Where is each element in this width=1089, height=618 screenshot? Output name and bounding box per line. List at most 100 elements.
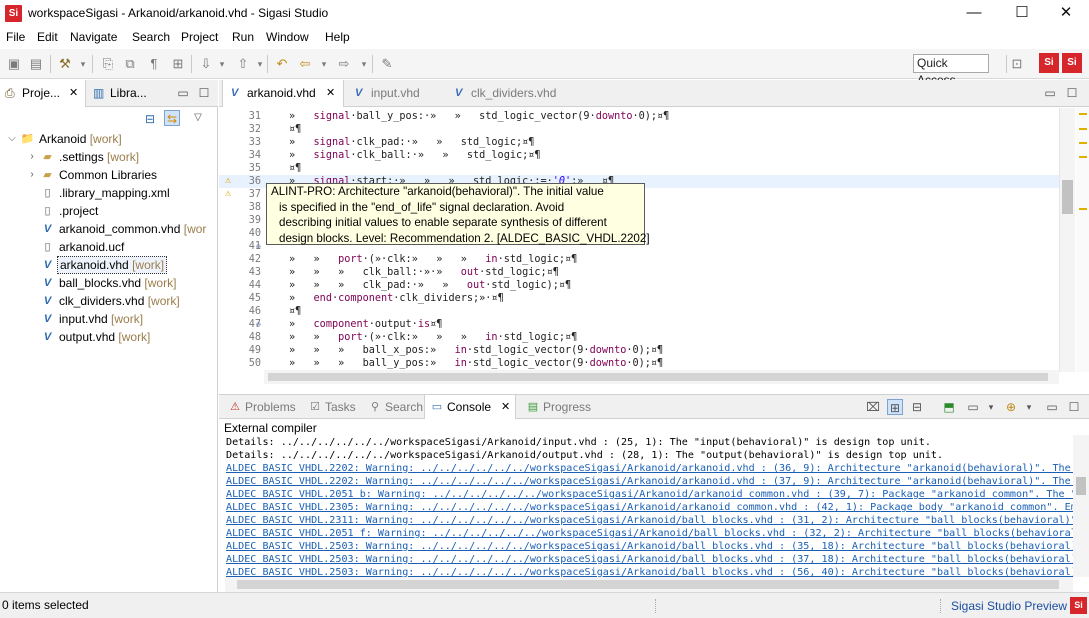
maximize-view-icon[interactable]: ☐ (1066, 399, 1082, 415)
console-link-line[interactable]: ALDEC BASIC VHDL.2503: Warning: ../../..… (226, 540, 1077, 553)
sigasi-perspective-button[interactable]: Si (1039, 53, 1059, 73)
chevron-down-icon[interactable]: ▾ (75, 56, 91, 72)
minimize-view-icon[interactable]: ▭ (1044, 399, 1060, 415)
code-line[interactable]: 32 ¤¶ (219, 123, 1059, 136)
block-select-icon[interactable]: ⊞ (170, 56, 186, 72)
open-console-icon[interactable]: ⊕ (1003, 399, 1019, 415)
back-icon[interactable]: ⇦ (297, 56, 313, 72)
minimize-view-icon[interactable]: ▭ (1042, 85, 1058, 101)
tree-item-arkanoid-vhd[interactable]: V arkanoid.vhd [work] (30, 256, 216, 274)
minimize-button[interactable]: — (951, 0, 997, 27)
console-link-line[interactable]: ALDEC BASIC VHDL.2202: Warning: ../../..… (226, 462, 1083, 475)
warning-icon[interactable]: ⚠ (225, 188, 236, 199)
tree-item-input[interactable]: V input.vhd [work] (30, 310, 216, 328)
console-output[interactable]: External compiler Details: ../../../../.… (219, 419, 1089, 592)
menu-search[interactable]: Search (132, 30, 170, 44)
chevron-right-icon[interactable]: › (26, 148, 38, 166)
code-line[interactable]: 31 » signal·ball_y_pos:·» » std_logic_vec… (219, 110, 1059, 123)
scroll-thumb[interactable] (237, 580, 1059, 589)
maximize-button[interactable]: ☐ (999, 0, 1045, 27)
clear-console-icon[interactable]: ⌧ (865, 399, 881, 415)
close-icon[interactable]: ✕ (326, 80, 335, 107)
collapse-all-icon[interactable]: ⊟ (142, 111, 158, 127)
tab-libraries[interactable]: ▥ Libra... (88, 80, 158, 107)
tree-item-arkanoid-ucf[interactable]: ▯ arkanoid.ucf (30, 238, 216, 256)
chevron-down-icon[interactable]: ▾ (252, 56, 268, 72)
quick-access-input[interactable]: Quick Access (913, 54, 989, 87)
tree-item-common-libraries[interactable]: › ▰ Common Libraries (26, 166, 216, 184)
save-icon[interactable]: ▣ (6, 56, 22, 72)
chevron-down-icon[interactable]: ▾ (983, 399, 999, 415)
next-annotation-icon[interactable]: ⇩ (198, 56, 214, 72)
code-line[interactable]: 48 » » port·(»·clk:» » » in·std_logic;¤¶ (219, 331, 1059, 344)
code-line[interactable]: 42 » » port·(»·clk:» » » in·std_logic;¤¶ (219, 253, 1059, 266)
menu-edit[interactable]: Edit (37, 30, 58, 44)
tab-console[interactable]: ▭ Console ✕ (424, 395, 516, 419)
format-icon[interactable]: ⎘ (100, 56, 116, 72)
scroll-lock-icon[interactable]: ⊞ (887, 399, 903, 415)
menu-navigate[interactable]: Navigate (70, 30, 117, 44)
tab-progress[interactable]: ▤ Progress (521, 395, 593, 419)
link-with-editor-icon[interactable]: ⇆ (164, 110, 180, 126)
console-link-line[interactable]: ALDEC BASIC VHDL.2051 f: Warning: ../../… (226, 527, 1083, 540)
code-line[interactable]: 46 ¤¶ (219, 305, 1059, 318)
code-line[interactable]: 44 » » » clk_pad:·» » out·std_logic);¤¶ (219, 279, 1059, 292)
fold-toggle-icon[interactable]: ⊖ (256, 318, 261, 331)
sigasi-debug-perspective-button[interactable]: Si (1062, 53, 1082, 73)
menu-help[interactable]: Help (325, 30, 350, 44)
console-link-line[interactable]: ALDEC BASIC VHDL.2311: Warning: ../../..… (226, 514, 1083, 527)
tab-clk-dividers-vhd[interactable]: V clk_dividers.vhd (447, 80, 577, 107)
last-edit-icon[interactable]: ↶ (274, 56, 290, 72)
menu-file[interactable]: File (6, 30, 25, 44)
warning-marker[interactable] (1079, 113, 1087, 115)
tree-item-arkanoid-common[interactable]: V arkanoid_common.vhd [wor (30, 220, 216, 238)
forward-icon[interactable]: ⇨ (336, 56, 352, 72)
menu-project[interactable]: Project (181, 30, 218, 44)
code-editor[interactable]: 31 » signal·ball_y_pos:·» » std_logic_vec… (219, 108, 1089, 384)
status-product-label[interactable]: Sigasi Studio Preview (951, 599, 1067, 613)
close-icon[interactable]: ✕ (501, 395, 510, 419)
close-button[interactable]: ✕ (1043, 0, 1089, 27)
code-line[interactable]: 50 » » » ball_y_pos:» in·std_logic_vector… (219, 357, 1059, 370)
warning-marker[interactable] (1079, 208, 1087, 210)
sigasi-status-icon[interactable]: Si (1070, 597, 1087, 614)
tree-item-library-mapping[interactable]: ▯ .library_mapping.xml (30, 184, 216, 202)
editor-horizontal-scrollbar[interactable] (264, 370, 1059, 384)
close-icon[interactable]: ✕ (69, 80, 78, 107)
tab-arkanoid-vhd[interactable]: V arkanoid.vhd ✕ (222, 80, 344, 107)
tree-item-arkanoid[interactable]: ⌵ 📁 Arkanoid [work] (6, 130, 216, 148)
maximize-view-icon[interactable]: ☐ (196, 85, 212, 101)
code-line[interactable]: 43 » » » clk_ball:·»·» out·std_logic;¤¶ (219, 266, 1059, 279)
pin-console-icon[interactable]: ⬒ (941, 399, 957, 415)
display-console-icon[interactable]: ▭ (965, 399, 981, 415)
open-perspective-icon[interactable]: ⊡ (1009, 56, 1025, 72)
chevron-down-icon[interactable]: ▾ (1021, 399, 1037, 415)
overview-ruler[interactable] (1076, 108, 1089, 372)
console-horizontal-scrollbar[interactable] (225, 577, 1073, 592)
chevron-down-icon[interactable]: ▾ (316, 56, 332, 72)
view-menu-icon[interactable]: ▽ (190, 110, 206, 126)
editor-vertical-scrollbar[interactable] (1059, 108, 1075, 372)
comment-icon[interactable]: ⧉ (122, 56, 138, 72)
paragraph-icon[interactable]: ¶ (146, 56, 162, 72)
tab-search[interactable]: ⚲ Search (363, 395, 425, 419)
code-line[interactable]: 35 ¤¶ (219, 162, 1059, 175)
menu-run[interactable]: Run (232, 30, 254, 44)
code-line[interactable]: 45 » end·component·clk_dividers;»·¤¶ (219, 292, 1059, 305)
word-wrap-icon[interactable]: ⊟ (909, 399, 925, 415)
tab-project-explorer[interactable]: ⎙ Proje... ✕ (0, 80, 86, 107)
console-link-line[interactable]: ALDEC BASIC VHDL.2503: Warning: ../../..… (226, 553, 1077, 566)
tab-tasks[interactable]: ☑ Tasks (303, 395, 359, 419)
console-link-line[interactable]: ALDEC BASIC VHDL.2202: Warning: ../../..… (226, 475, 1083, 488)
build-icon[interactable]: ⚒ (57, 56, 73, 72)
pin-icon[interactable]: ✎ (379, 56, 395, 72)
chevron-down-icon[interactable]: ▾ (356, 56, 372, 72)
console-link-line[interactable]: ALDEC BASIC VHDL.2305: Warning: ../../..… (226, 501, 1083, 514)
save-all-icon[interactable]: ▤ (28, 56, 44, 72)
code-line[interactable]: 49 » » » ball_x_pos:» in·std_logic_vector… (219, 344, 1059, 357)
console-vertical-scrollbar[interactable] (1073, 435, 1089, 577)
scroll-thumb[interactable] (1062, 180, 1073, 214)
code-line[interactable]: 47 ⊖» component·output·is¤¶ (219, 318, 1059, 331)
tree-item-clk-dividers[interactable]: V clk_dividers.vhd [work] (30, 292, 216, 310)
scroll-thumb[interactable] (1076, 477, 1086, 495)
